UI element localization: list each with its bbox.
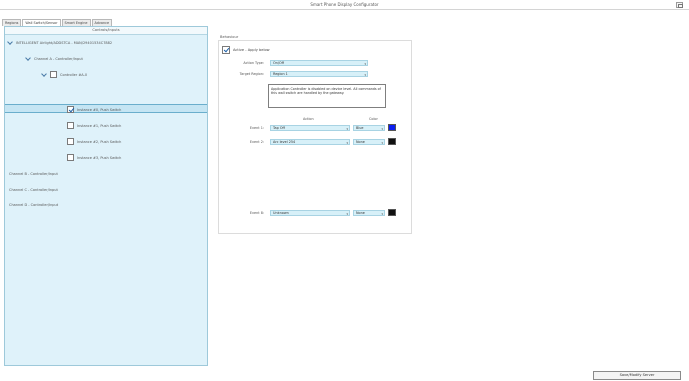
tree-item-label: Instance #3, Push Switch — [77, 155, 122, 160]
tree-item-instance-3[interactable]: Instance #3, Push Switch — [67, 153, 121, 162]
action-type-label: Action Type: — [243, 61, 264, 65]
active-apply-checkbox[interactable] — [222, 46, 230, 54]
tree-item-channel-b[interactable]: Channel B - Controller/Input — [9, 169, 58, 178]
action-type-select[interactable]: On/Off ▾ — [270, 60, 368, 66]
chevron-down-icon[interactable] — [41, 72, 47, 78]
event-8-label: Event 8: — [249, 211, 264, 215]
chevron-down-icon[interactable] — [25, 56, 31, 62]
controls-tree-panel: Controls/Inputs INTELLIGENT Airlight/ADD… — [4, 26, 208, 366]
tab-regions[interactable]: Regions — [2, 19, 22, 26]
event-8-action-select[interactable]: Unknown ▾ — [270, 210, 350, 216]
instance-3-checkbox[interactable] — [67, 154, 74, 161]
target-region-value: Region 1 — [273, 72, 288, 76]
action-column-header: Action — [303, 117, 314, 121]
active-apply-label: Active - Apply below — [233, 48, 270, 52]
active-apply-checkbox-row[interactable]: Active - Apply below — [222, 46, 270, 54]
chevron-down-icon: ▾ — [381, 141, 383, 145]
event-2-action-select[interactable]: Arc level 254 ▾ — [270, 139, 350, 145]
behaviour-panel — [218, 40, 412, 234]
gateway-note: Application Controller is disabled on de… — [268, 84, 386, 108]
restore-window-icon[interactable] — [676, 2, 683, 8]
action-type-value: On/Off — [273, 61, 284, 65]
tab-smart-engine[interactable]: Smart Engine — [61, 19, 91, 26]
event-8-color-value: None — [356, 211, 365, 215]
tree-item-channel-d[interactable]: Channel D - Controller/Input — [9, 200, 58, 209]
tree-item-device[interactable]: INTELLIGENT Airlight/ADDSTCA - MAN/29401… — [7, 38, 112, 47]
title-bar: Smart Phone Display Configurator — [0, 0, 689, 10]
event-2-color-swatch[interactable] — [388, 138, 396, 145]
target-region-label: Target Region: — [239, 72, 264, 76]
event-1-label: Event 1: — [249, 126, 264, 130]
tree-item-instance-0[interactable]: Instance #0, Push Switch — [67, 105, 121, 114]
tree-header: Controls/Inputs — [5, 27, 207, 35]
tree-item-label: Controller #A-0 — [60, 72, 88, 77]
tree-item-label: Channel B - Controller/Input — [9, 171, 58, 176]
chevron-down-icon: ▾ — [381, 127, 383, 131]
event-2-label: Event 2: — [249, 140, 264, 144]
tree-item-label: INTELLIGENT Airlight/ADDSTCA - MAN/29401… — [16, 40, 113, 45]
event-1-color-swatch[interactable] — [388, 124, 396, 131]
instance-2-checkbox[interactable] — [67, 138, 74, 145]
instance-0-checkbox[interactable] — [67, 106, 74, 113]
event-1-color-value: Blue — [356, 126, 364, 130]
target-region-select[interactable]: Region 1 ▾ — [270, 71, 368, 77]
event-1-action-value: Tap Off — [273, 126, 285, 130]
chevron-down-icon: ▾ — [346, 127, 348, 131]
event-8-color-select[interactable]: None ▾ — [353, 210, 385, 216]
tab-advance[interactable]: Advance — [91, 19, 113, 26]
tree-item-channel-a[interactable]: Channel A - Controller/Input — [25, 54, 83, 63]
behaviour-section-title: Behaviour — [220, 35, 239, 39]
chevron-down-icon: ▾ — [346, 141, 348, 145]
event-8-action-value: Unknown — [273, 211, 289, 215]
tree-item-label: Channel A - Controller/Input — [34, 56, 83, 61]
chevron-down-icon: ▾ — [381, 212, 383, 216]
instance-1-checkbox[interactable] — [67, 122, 74, 129]
chevron-down-icon: ▾ — [364, 73, 366, 77]
tree-item-label: Instance #1, Push Switch — [77, 123, 122, 128]
event-1-color-select[interactable]: Blue ▾ — [353, 125, 385, 131]
tab-bar: Regions Wall Switch/Sensor Smart Engine … — [2, 19, 113, 27]
window-title: Smart Phone Display Configurator — [310, 2, 379, 7]
event-8-color-swatch[interactable] — [388, 209, 396, 216]
tree-item-controller-a0[interactable]: Controller #A-0 — [41, 70, 87, 79]
event-2-color-value: None — [356, 140, 365, 144]
tree-item-label: Channel D - Controller/Input — [9, 202, 59, 207]
chevron-down-icon: ▾ — [364, 62, 366, 66]
tree-item-label: Instance #0, Push Switch — [77, 107, 122, 112]
save-modify-server-button[interactable]: Save/Modify Server — [593, 371, 681, 380]
event-2-action-value: Arc level 254 — [273, 140, 296, 144]
chevron-down-icon[interactable] — [7, 40, 13, 46]
event-2-color-select[interactable]: None ▾ — [353, 139, 385, 145]
tree-item-instance-2[interactable]: Instance #2, Push Switch — [67, 137, 121, 146]
color-column-header: Color — [369, 117, 378, 121]
tree-item-label: Channel C - Controller/Input — [9, 187, 58, 192]
event-1-action-select[interactable]: Tap Off ▾ — [270, 125, 350, 131]
chevron-down-icon: ▾ — [346, 212, 348, 216]
tree-item-channel-c[interactable]: Channel C - Controller/Input — [9, 185, 58, 194]
tree-item-instance-1[interactable]: Instance #1, Push Switch — [67, 121, 121, 130]
tree-item-label: Instance #2, Push Switch — [77, 139, 122, 144]
controller-checkbox[interactable] — [50, 71, 57, 78]
